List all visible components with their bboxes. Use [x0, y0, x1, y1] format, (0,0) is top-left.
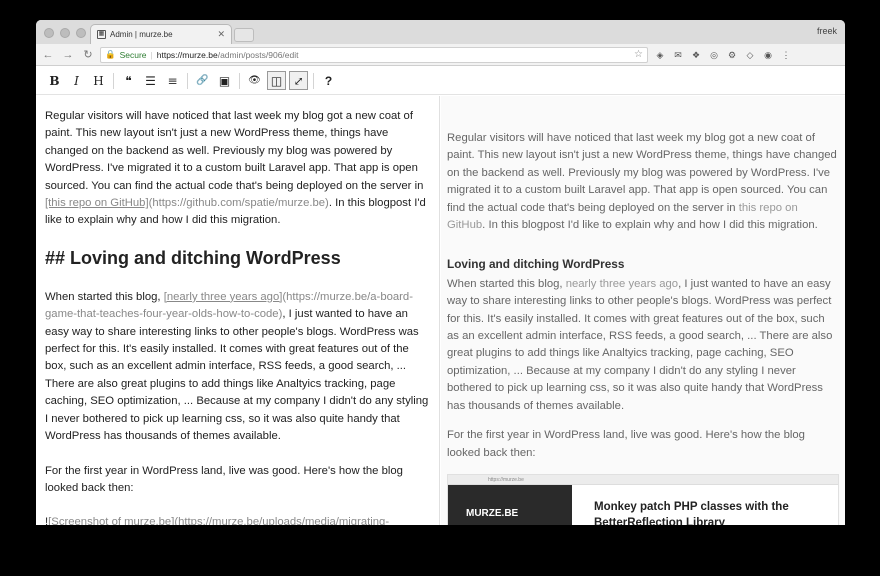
link-button[interactable]: 🔗	[193, 71, 212, 90]
extension-icon[interactable]: ❖	[690, 49, 702, 61]
title-bar: ▦ Admin | murze.be ✕ freek	[36, 20, 845, 44]
forward-icon[interactable]: →	[60, 47, 76, 63]
image-button[interactable]: ▣	[215, 71, 234, 90]
preview-paragraph: When started this blog, nearly three yea…	[447, 276, 837, 415]
preview-pane: Regular visitors will have noticed that …	[441, 96, 845, 525]
link-url: (https://murze.be/uploads/media/migratin…	[174, 516, 390, 525]
toolbar-separator	[313, 72, 314, 89]
browser-window: ▦ Admin | murze.be ✕ freek ← → ↻ 🔒 Secur…	[36, 20, 845, 525]
paragraph-text: When started this blog,	[447, 277, 566, 290]
new-tab-button[interactable]	[234, 28, 254, 42]
tab-title: Admin | murze.be	[110, 30, 173, 39]
markdown-guide-button[interactable]: ?	[319, 71, 338, 90]
reader-extension-icon[interactable]: ◎	[708, 49, 720, 61]
bookmark-star-icon[interactable]: ☆	[634, 49, 643, 60]
paragraph-text: Regular visitors will have noticed that …	[45, 110, 424, 192]
preview-button[interactable]: 👁	[245, 71, 264, 90]
pocket-extension-icon[interactable]: ◈	[654, 49, 666, 61]
paragraph-text: , I just wanted to have an easy way to s…	[447, 277, 833, 412]
settings-extension-icon[interactable]: ⚙	[726, 49, 738, 61]
preview-paragraph: Regular visitors will have noticed that …	[447, 130, 837, 234]
paragraph-text: , I just wanted to have an easy way to s…	[45, 308, 429, 443]
paragraph-text: When started this blog,	[45, 290, 164, 303]
reload-icon[interactable]: ↻	[80, 47, 96, 63]
ordered-list-button[interactable]: ≡	[163, 71, 182, 90]
browser-toolbar: ← → ↻ 🔒 Secure | https://murze.be/admin/…	[36, 44, 845, 66]
unordered-list-button[interactable]: ☰	[141, 71, 160, 90]
markdown-link: [this repo on GitHub](https://github.com…	[45, 197, 329, 209]
close-window-button[interactable]	[44, 28, 54, 38]
markdown-paragraph: When started this blog, [nearly three ye…	[45, 289, 429, 446]
markdown-image-line: ![Screenshot of murze.be](https://murze.…	[45, 514, 429, 525]
markdown-paragraph: Regular visitors will have noticed that …	[45, 108, 429, 230]
url-path: /admin/posts/906/edit	[217, 49, 299, 60]
link-text: [nearly three years ago]	[163, 290, 283, 303]
profile-name[interactable]: freek	[817, 26, 837, 36]
link-url: (https://github.com/spatie/murze.be)	[148, 197, 329, 210]
tab-close-icon[interactable]: ✕	[217, 29, 225, 40]
paragraph-text: . In this blogpost I'd like to explain w…	[482, 219, 818, 232]
bold-button[interactable]: B	[45, 71, 64, 90]
fullscreen-button[interactable]: ⤢	[289, 71, 308, 90]
toolbar-separator	[187, 72, 188, 89]
quote-button[interactable]: ❝	[119, 71, 138, 90]
preview-screenshot-image: https://murze.be MURZE.BE Monkey patch P…	[447, 473, 839, 525]
side-by-side-button[interactable]: ◫	[267, 71, 286, 90]
mail-extension-icon[interactable]: ✉	[672, 49, 684, 61]
heading-button[interactable]: H	[89, 71, 108, 90]
link-text: [this repo on GitHub]	[45, 197, 149, 210]
preview-heading: Loving and ditching WordPress	[447, 257, 625, 272]
back-icon[interactable]: ←	[40, 47, 56, 63]
link-text: [Screenshot of murze.be]	[48, 516, 175, 525]
browser-tab[interactable]: ▦ Admin | murze.be ✕	[90, 24, 232, 44]
lock-icon: 🔒	[105, 49, 116, 59]
url-text: https://murze.be/admin/posts/906/edit	[157, 50, 299, 60]
menu-icon[interactable]: ⋮	[780, 49, 792, 61]
preview-link[interactable]: nearly three years ago	[566, 278, 678, 290]
markdown-heading: ## Loving and ditching WordPress	[45, 247, 341, 268]
address-bar[interactable]: 🔒 Secure | https://murze.be/admin/posts/…	[100, 46, 648, 63]
window-controls	[44, 28, 86, 38]
markdown-paragraph: For the first year in WordPress land, li…	[45, 464, 403, 494]
favicon-icon: ▦	[97, 30, 106, 39]
secure-label: Secure	[119, 49, 147, 60]
markdown-link: [Screenshot of murze.be](https://murze.b…	[48, 516, 389, 525]
italic-button[interactable]: I	[67, 71, 86, 90]
toolbar-separator	[113, 72, 114, 89]
url-host: https://murze.be	[156, 49, 218, 60]
maximize-window-button[interactable]	[76, 28, 86, 38]
google-extension-icon[interactable]: ◉	[762, 49, 774, 61]
shield-extension-icon[interactable]: ◇	[744, 49, 756, 61]
minimize-window-button[interactable]	[60, 28, 70, 38]
screenshot-post-title: Monkey patch PHP classes with the Better…	[594, 500, 789, 525]
screenshot-brand: MURZE.BE	[448, 484, 572, 525]
markdown-editor-toolbar: B I H ❝ ☰ ≡ 🔗 ▣ 👁 ◫ ⤢ ?	[36, 67, 845, 95]
preview-paragraph: For the first year in WordPress land, li…	[447, 429, 805, 459]
url-divider: |	[150, 49, 153, 60]
markdown-editor-pane[interactable]: Regular visitors will have noticed that …	[36, 96, 440, 525]
screenshot-url: https://murze.be	[448, 474, 838, 485]
toolbar-separator	[239, 72, 240, 89]
